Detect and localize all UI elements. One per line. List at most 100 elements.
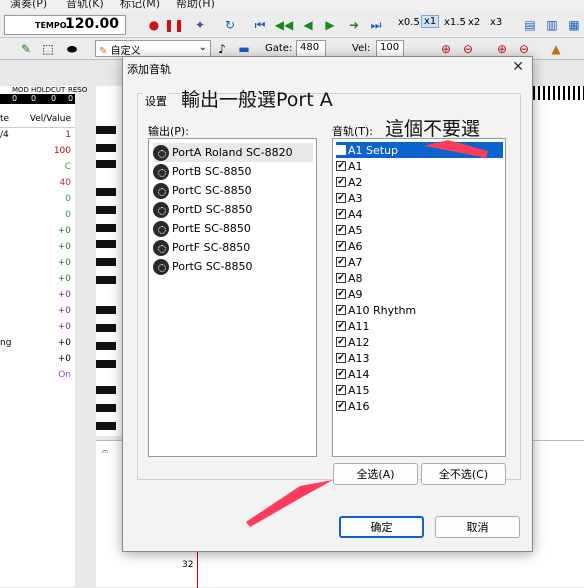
track-checkbox[interactable]: ✔ (336, 305, 346, 315)
track-item[interactable]: ✔ A8 (336, 270, 503, 286)
staff-view-icon[interactable]: ▦ (566, 17, 582, 33)
track-checkbox[interactable]: ✔ (336, 353, 346, 363)
track-item[interactable]: ✔ A7 (336, 254, 503, 270)
piano-roll-icon[interactable]: ▥ (544, 17, 560, 33)
track-item[interactable]: ✔ A13 (336, 350, 503, 366)
output-port-item[interactable]: PortG SC-8850 (153, 257, 313, 276)
event-row[interactable]: 40 (0, 178, 75, 194)
black-key[interactable] (96, 224, 116, 232)
event-row[interactable]: +0 (0, 274, 75, 290)
select-all-button[interactable]: 全选(A) (333, 463, 418, 485)
event-row[interactable]: On (0, 370, 75, 386)
speed-x2[interactable]: x2 (468, 17, 480, 28)
event-row[interactable]: 0 (0, 194, 75, 210)
track-item[interactable]: ✔ A14 (336, 366, 503, 382)
track-checkbox[interactable]: ✔ (336, 321, 346, 331)
track-checkbox[interactable]: ✔ (336, 193, 346, 203)
event-row[interactable]: 100 (0, 146, 75, 162)
metronome-icon[interactable]: ✦ (192, 17, 208, 33)
track-checkbox[interactable]: ✔ (336, 209, 346, 219)
rewind-icon[interactable]: ◀◀ (275, 17, 293, 33)
event-row[interactable]: C (0, 162, 75, 178)
track-checkbox[interactable]: ✔ (336, 385, 346, 395)
track-checkbox[interactable]: ✔ (336, 177, 346, 187)
tempo-display[interactable]: TEMPO 120.00 (4, 15, 126, 35)
track-checkbox[interactable]: ✔ (336, 369, 346, 379)
track-checkbox[interactable] (336, 145, 346, 155)
track-item[interactable]: ✔ A3 (336, 190, 503, 206)
event-row[interactable]: +0 (0, 306, 75, 322)
output-port-list[interactable]: PortA Roland SC-8820 PortB SC-8850 PortC S… (148, 138, 317, 457)
zoom-out-icon[interactable]: ⊖ (460, 41, 476, 57)
track-item[interactable]: ✔ A10 Rhythm (336, 302, 503, 318)
zoom-vertical-out-icon[interactable]: ⊖ (516, 41, 532, 57)
track-item[interactable]: ✔ A2 (336, 174, 503, 190)
pencil-icon[interactable]: ✎ (18, 41, 34, 57)
black-key[interactable] (96, 404, 116, 412)
track-item[interactable]: ✔ A5 (336, 222, 503, 238)
event-row[interactable]: +0 (0, 290, 75, 306)
forward-icon[interactable]: ➜ (346, 17, 362, 33)
black-key[interactable] (96, 306, 116, 314)
view-mode-select[interactable]: ✎ 自定义 ⌄ (95, 40, 211, 57)
track-item[interactable]: ✔ A6 (336, 238, 503, 254)
close-icon[interactable]: ✕ (512, 59, 524, 75)
speed-x3[interactable]: x3 (490, 17, 502, 28)
output-port-item[interactable]: PortD SC-8850 (153, 200, 313, 219)
black-key[interactable] (96, 258, 116, 266)
event-row[interactable]: +0 (0, 258, 75, 274)
speed-x05[interactable]: x0.5 (398, 17, 420, 28)
rewind-start-icon[interactable]: ⏮ (252, 17, 268, 33)
output-port-item[interactable]: PortA Roland SC-8820 (153, 143, 313, 162)
menu-track[interactable]: 音轨(K) (66, 0, 104, 11)
track-item[interactable]: ✔ A4 (336, 206, 503, 222)
track-item[interactable]: ✔ A11 (336, 318, 503, 334)
ok-button[interactable]: 确定 (339, 516, 424, 538)
black-key[interactable] (96, 422, 116, 430)
pause-icon[interactable]: ❚❚ (164, 17, 184, 33)
black-key[interactable] (96, 342, 116, 350)
end-icon[interactable]: ⏭ (368, 17, 384, 33)
black-key[interactable] (96, 240, 116, 248)
track-item[interactable]: ✔ A9 (336, 286, 503, 302)
black-key[interactable] (96, 188, 116, 196)
track-checkbox[interactable]: ✔ (336, 225, 346, 235)
black-key[interactable] (96, 324, 116, 332)
select-none-button[interactable]: 全不选(C) (421, 463, 506, 485)
track-checkbox[interactable]: ✔ (336, 273, 346, 283)
track-item[interactable]: ✔ A15 (336, 382, 503, 398)
track-item[interactable]: ✔ A16 (336, 398, 503, 414)
black-key[interactable] (96, 206, 116, 214)
track-checkbox[interactable]: ✔ (336, 161, 346, 171)
event-row[interactable]: +0 (0, 242, 75, 258)
zoom-vertical-in-icon[interactable]: ⊕ (494, 41, 510, 57)
timeline-ruler[interactable] (533, 86, 584, 100)
black-key[interactable] (96, 276, 116, 284)
eraser-icon[interactable]: ⬬ (64, 41, 80, 57)
record-icon[interactable]: ● (146, 17, 162, 33)
track-item[interactable]: A1 Setup (336, 142, 503, 158)
step-back-icon[interactable]: ◀ (300, 17, 316, 33)
track-checkbox[interactable]: ✔ (336, 337, 346, 347)
track-item[interactable]: ✔ A1 (336, 158, 503, 174)
event-row[interactable]: 0 (0, 210, 75, 226)
cancel-button[interactable]: 取消 (435, 516, 520, 538)
select-rect-icon[interactable]: ⬚ (40, 41, 56, 57)
event-row[interactable]: /4 1 (0, 130, 75, 146)
event-row[interactable]: +0 (0, 226, 75, 242)
rest-icon[interactable]: ▬ (236, 41, 252, 57)
speed-x1[interactable]: x1 (421, 15, 440, 28)
track-checkbox[interactable]: ✔ (336, 289, 346, 299)
black-key[interactable] (96, 144, 116, 152)
black-key[interactable] (96, 360, 116, 368)
output-port-item[interactable]: PortE SC-8850 (153, 219, 313, 238)
list-view-icon[interactable]: ▤ (522, 17, 538, 33)
track-list[interactable]: A1 Setup ✔ A1 ✔ A2 ✔ A3 ✔ A4 ✔ A5 ✔ A6 ✔ A7 ✔ A8 ✔ A9 ✔ A10 … (332, 138, 506, 457)
track-item[interactable]: ✔ A12 (336, 334, 503, 350)
black-key[interactable] (96, 126, 116, 134)
play-icon[interactable]: ▶ (322, 17, 338, 33)
event-row[interactable]: +0 (0, 354, 75, 370)
output-port-item[interactable]: PortC SC-8850 (153, 181, 313, 200)
loop-icon[interactable]: ↻ (222, 17, 238, 33)
speed-x15[interactable]: x1.5 (444, 17, 466, 28)
